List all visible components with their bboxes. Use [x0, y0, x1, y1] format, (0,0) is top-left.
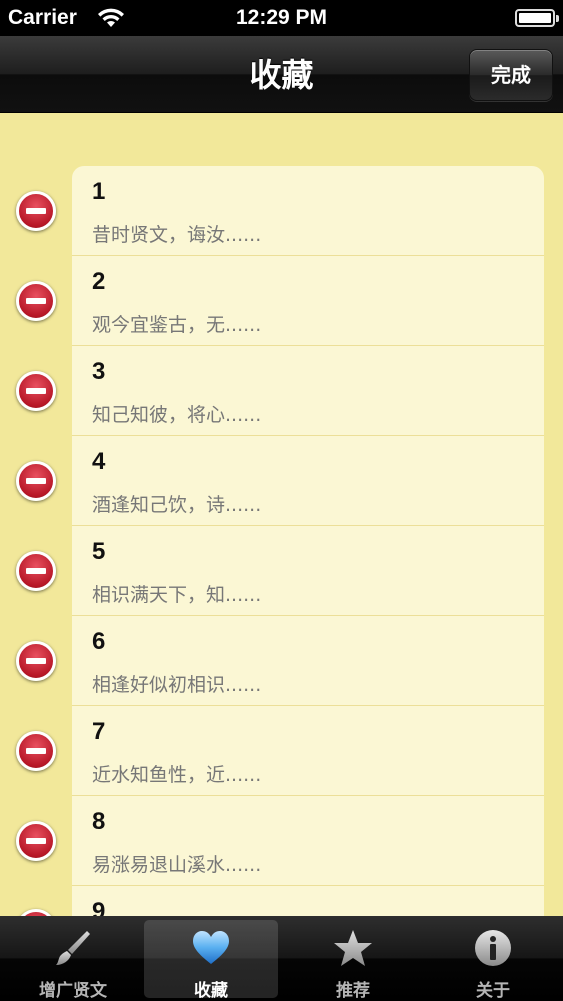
favorites-table: 1 昔时贤文，诲汝...... 2 观今宜鉴古，无...... 3 知己知彼，将…: [72, 166, 544, 916]
tab-label: 推荐: [336, 981, 370, 1001]
delete-minus-icon[interactable]: [16, 641, 56, 681]
clock: 12:29 PM: [235, 6, 328, 29]
item-preview: 相逢好似初相识......: [92, 674, 262, 696]
item-number: 1: [92, 178, 106, 205]
tab-bar: 增广贤文 收藏 推荐 关于: [0, 916, 563, 1001]
list-item[interactable]: 8 易涨易退山溪水......: [72, 796, 544, 886]
delete-minus-icon[interactable]: [16, 909, 56, 916]
list-item[interactable]: 4 酒逢知己饮，诗......: [72, 436, 544, 526]
brush-icon: [56, 931, 90, 965]
delete-minus-icon[interactable]: [16, 821, 56, 861]
delete-minus-icon[interactable]: [16, 371, 56, 411]
heart-icon: [193, 931, 229, 964]
done-button[interactable]: 完成: [469, 49, 553, 101]
item-number: 6: [92, 628, 106, 655]
tab-about[interactable]: 关于: [426, 920, 560, 1001]
tab-recommend[interactable]: 推荐: [286, 920, 420, 1001]
tab-label: 增广贤文: [39, 981, 107, 1001]
navigation-bar: 收藏 完成: [0, 36, 563, 113]
list-item[interactable]: 7 近水知鱼性，近......: [72, 706, 544, 796]
item-preview: 昔时贤文，诲汝......: [92, 224, 262, 246]
item-number: 9: [92, 898, 106, 916]
tab-favorites[interactable]: 收藏: [144, 920, 278, 1001]
delete-minus-icon[interactable]: [16, 551, 56, 591]
battery-icon: [515, 9, 559, 27]
item-preview: 酒逢知己饮，诗......: [92, 494, 262, 516]
list-item[interactable]: 6 相逢好似初相识......: [72, 616, 544, 706]
item-preview: 知己知彼，将心......: [92, 404, 262, 426]
status-bar: Carrier 12:29 PM: [0, 0, 563, 36]
info-icon: [475, 930, 511, 966]
item-number: 2: [92, 268, 106, 295]
delete-minus-icon[interactable]: [16, 281, 56, 321]
item-preview: 相识满天下，知......: [92, 584, 262, 606]
favorites-list[interactable]: 1 昔时贤文，诲汝...... 2 观今宜鉴古，无...... 3 知己知彼，将…: [0, 113, 563, 916]
list-item[interactable]: 1 昔时贤文，诲汝......: [72, 166, 544, 256]
item-number: 8: [92, 808, 106, 835]
item-preview: 观今宜鉴古，无......: [92, 314, 262, 336]
star-icon: [334, 930, 372, 966]
item-number: 5: [92, 538, 106, 565]
tab-label: 收藏: [194, 981, 228, 1001]
list-item[interactable]: 5 相识满天下，知......: [72, 526, 544, 616]
tab-zengguang[interactable]: 增广贤文: [6, 920, 140, 1001]
delete-minus-icon[interactable]: [16, 191, 56, 231]
item-number: 7: [92, 718, 106, 745]
tab-label: 关于: [476, 981, 510, 1001]
list-item[interactable]: 3 知己知彼，将心......: [72, 346, 544, 436]
item-number: 4: [92, 448, 106, 475]
item-preview: 易涨易退山溪水......: [92, 854, 262, 876]
delete-minus-icon[interactable]: [16, 731, 56, 771]
list-item[interactable]: 2 观今宜鉴古，无......: [72, 256, 544, 346]
item-preview: 近水知鱼性，近......: [92, 764, 262, 786]
delete-minus-icon[interactable]: [16, 461, 56, 501]
list-item[interactable]: 9: [72, 886, 544, 916]
item-number: 3: [92, 358, 106, 385]
